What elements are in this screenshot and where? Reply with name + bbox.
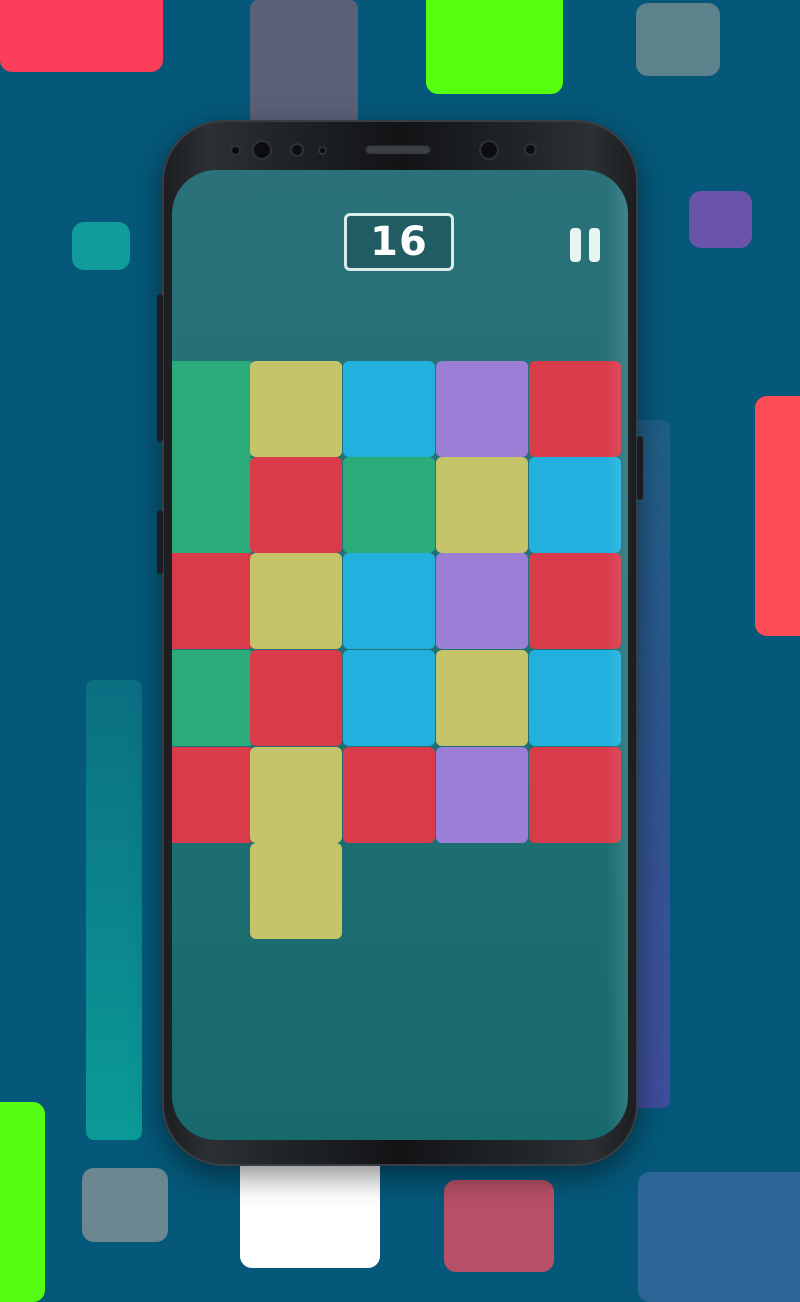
tile-red[interactable] bbox=[529, 553, 621, 649]
tile-green[interactable] bbox=[172, 650, 254, 746]
bg-tile-blue-bottom bbox=[638, 1172, 800, 1302]
tile-green[interactable] bbox=[343, 457, 435, 553]
bg-tile-red-top bbox=[0, 0, 163, 72]
tile-yellow[interactable] bbox=[250, 843, 342, 939]
sensor-dot bbox=[232, 147, 239, 154]
tile-purple[interactable] bbox=[436, 747, 528, 843]
tile-purple[interactable] bbox=[436, 553, 528, 649]
bg-tile-purple-right bbox=[689, 191, 752, 248]
tile-green[interactable] bbox=[172, 457, 254, 553]
bg-bar-slate-top bbox=[250, 0, 358, 130]
iris-led bbox=[526, 145, 535, 154]
tile-yellow[interactable] bbox=[436, 457, 528, 553]
tile-red[interactable] bbox=[172, 747, 254, 843]
tile-blue[interactable] bbox=[529, 457, 621, 553]
bixby-button bbox=[157, 510, 163, 574]
bg-tile-teal-left bbox=[72, 222, 130, 270]
tile-blue[interactable] bbox=[529, 650, 621, 746]
iris-camera-icon bbox=[481, 142, 497, 158]
bg-bar-teal-left bbox=[86, 680, 142, 1140]
bg-tile-grey-bottom bbox=[82, 1168, 168, 1242]
tile-blue[interactable] bbox=[343, 553, 435, 649]
bg-tile-white-bottom bbox=[240, 1150, 380, 1268]
tile-blue[interactable] bbox=[343, 361, 435, 457]
tile-red[interactable] bbox=[343, 747, 435, 843]
tile-red[interactable] bbox=[250, 457, 342, 553]
bg-tile-red-bottom bbox=[444, 1180, 554, 1272]
tile-yellow[interactable] bbox=[250, 361, 342, 457]
speaker-grille bbox=[365, 144, 431, 154]
tile-red[interactable] bbox=[529, 747, 621, 843]
tile-red[interactable] bbox=[250, 650, 342, 746]
phone-device: 16 bbox=[157, 120, 643, 1166]
bg-tile-green-top bbox=[426, 0, 563, 94]
tile-purple[interactable] bbox=[436, 361, 528, 457]
tile-green[interactable] bbox=[172, 361, 254, 457]
bg-tile-red-right bbox=[755, 396, 800, 636]
tile-yellow[interactable] bbox=[250, 747, 342, 843]
tile-red[interactable] bbox=[172, 553, 254, 649]
tile-yellow[interactable] bbox=[250, 553, 342, 649]
tile-grid bbox=[172, 170, 628, 1140]
bg-tile-green-bottom bbox=[0, 1102, 45, 1302]
tile-blue[interactable] bbox=[343, 650, 435, 746]
tile-red[interactable] bbox=[529, 361, 621, 457]
bg-tile-grey-top bbox=[636, 3, 720, 76]
game-screen: 16 bbox=[172, 170, 628, 1140]
proximity-sensor bbox=[292, 145, 302, 155]
tile-yellow[interactable] bbox=[436, 650, 528, 746]
power-button bbox=[637, 436, 643, 500]
volume-button bbox=[157, 294, 163, 442]
small-sensor bbox=[320, 148, 325, 153]
front-camera-icon bbox=[254, 142, 270, 158]
